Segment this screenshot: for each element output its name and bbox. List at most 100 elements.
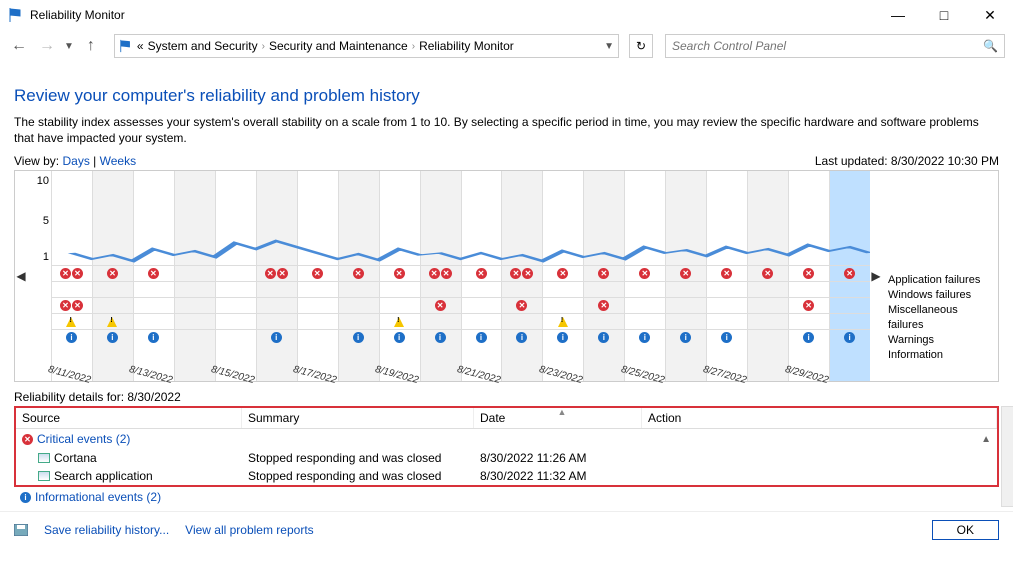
error-icon: ✕ bbox=[762, 268, 773, 279]
warning-icon bbox=[107, 317, 117, 327]
info-icon: i bbox=[353, 332, 364, 343]
date-label: 8/15/2022 bbox=[210, 338, 263, 386]
scroll-left-button[interactable]: ◀ bbox=[15, 171, 27, 381]
error-icon: ✕ bbox=[429, 268, 440, 279]
info-icon: i bbox=[271, 332, 282, 343]
view-days-link[interactable]: Days bbox=[62, 154, 89, 168]
recent-dropdown[interactable]: ▼ bbox=[64, 41, 74, 52]
y-axis: 10 5 1 bbox=[27, 171, 51, 381]
date-label: 8/19/2022 bbox=[374, 338, 427, 386]
app-icon bbox=[38, 471, 50, 481]
error-icon: ✕ bbox=[598, 268, 609, 279]
minimize-button[interactable]: — bbox=[875, 0, 921, 30]
col-source[interactable]: Source bbox=[16, 408, 242, 428]
refresh-button[interactable]: ↻ bbox=[629, 34, 653, 58]
view-weeks-link[interactable]: Weeks bbox=[100, 154, 136, 168]
reliability-chart: ◀ 10 5 1 ✕✕✕✕✕✕✕✕✕✕✕✕✕✕✕✕✕✕✕✕✕✕✕✕✕✕✕✕iii… bbox=[14, 170, 999, 382]
footer: Save reliability history... View all pro… bbox=[0, 511, 1013, 548]
page-title: Review your computer's reliability and p… bbox=[14, 86, 999, 106]
close-button[interactable]: ✕ bbox=[967, 0, 1013, 30]
back-button[interactable]: ← bbox=[8, 35, 30, 57]
warning-icon bbox=[558, 317, 568, 327]
breadcrumb-seg[interactable]: Security and Maintenance bbox=[269, 39, 408, 53]
error-icon: ✕ bbox=[844, 268, 855, 279]
error-icon: ✕ bbox=[60, 300, 71, 311]
error-icon: ✕ bbox=[72, 268, 83, 279]
error-icon: ✕ bbox=[277, 268, 288, 279]
error-icon: ✕ bbox=[107, 268, 118, 279]
error-icon: ✕ bbox=[680, 268, 691, 279]
error-icon: ✕ bbox=[510, 268, 521, 279]
breadcrumb-seg[interactable]: Reliability Monitor bbox=[419, 39, 514, 53]
error-icon: ✕ bbox=[522, 268, 533, 279]
table-row[interactable]: Search applicationStopped responding and… bbox=[16, 467, 997, 485]
col-date[interactable]: Date▲ bbox=[474, 408, 642, 428]
error-icon: ✕ bbox=[394, 268, 405, 279]
error-icon: ✕ bbox=[22, 434, 33, 445]
error-icon: ✕ bbox=[265, 268, 276, 279]
warning-icon bbox=[66, 317, 76, 327]
flag-icon bbox=[8, 7, 24, 23]
error-icon: ✕ bbox=[557, 268, 568, 279]
date-label: 8/29/2022 bbox=[784, 338, 837, 386]
error-icon: ✕ bbox=[441, 268, 452, 279]
date-label: 8/13/2022 bbox=[128, 338, 181, 386]
error-icon: ✕ bbox=[312, 268, 323, 279]
error-icon: ✕ bbox=[803, 268, 814, 279]
error-icon: ✕ bbox=[148, 268, 159, 279]
col-summary[interactable]: Summary bbox=[242, 408, 474, 428]
up-button[interactable]: ↑ bbox=[80, 35, 102, 57]
ok-button[interactable]: OK bbox=[932, 520, 999, 540]
search-icon[interactable]: 🔍 bbox=[983, 39, 998, 53]
save-history-link[interactable]: Save reliability history... bbox=[44, 523, 169, 537]
date-label: 8/21/2022 bbox=[456, 338, 509, 386]
scroll-right-button[interactable]: ▶ bbox=[870, 171, 882, 381]
info-icon: i bbox=[107, 332, 118, 343]
forward-button[interactable]: → bbox=[36, 35, 58, 57]
details-header: Reliability details for: 8/30/2022 bbox=[14, 390, 999, 404]
page-description: The stability index assesses your system… bbox=[14, 114, 999, 146]
date-label: 8/27/2022 bbox=[702, 338, 755, 386]
title-bar: Reliability Monitor — □ ✕ bbox=[0, 0, 1013, 30]
group-critical[interactable]: ✕ Critical events (2) ▲ bbox=[16, 429, 997, 449]
address-dropdown[interactable]: ▼ bbox=[604, 41, 614, 52]
scrollbar[interactable] bbox=[1001, 406, 1013, 507]
nav-bar: ← → ▼ ↑ « System and Security › Security… bbox=[0, 30, 1013, 62]
save-icon bbox=[14, 524, 28, 536]
flag-icon bbox=[119, 39, 133, 53]
search-box[interactable]: 🔍 bbox=[665, 34, 1005, 58]
error-icon: ✕ bbox=[72, 300, 83, 311]
stability-line bbox=[51, 171, 870, 263]
view-all-reports-link[interactable]: View all problem reports bbox=[185, 523, 314, 537]
window-title: Reliability Monitor bbox=[30, 8, 875, 22]
breadcrumb-seg[interactable]: System and Security bbox=[148, 39, 258, 53]
sort-indicator-icon: ▲ bbox=[558, 407, 567, 417]
date-label: 8/11/2022 bbox=[47, 338, 99, 386]
collapse-icon[interactable]: ▲ bbox=[981, 434, 991, 445]
info-icon: i bbox=[435, 332, 446, 343]
error-icon: ✕ bbox=[476, 268, 487, 279]
error-icon: ✕ bbox=[639, 268, 650, 279]
window-buttons: — □ ✕ bbox=[875, 0, 1013, 30]
address-bar[interactable]: « System and Security › Security and Mai… bbox=[114, 34, 619, 58]
view-by-label: View by: bbox=[14, 154, 59, 168]
details-table: Source Summary Date▲ Action ✕ Critical e… bbox=[14, 406, 999, 487]
warning-icon bbox=[394, 317, 404, 327]
info-icon: i bbox=[844, 332, 855, 343]
error-icon: ✕ bbox=[721, 268, 732, 279]
search-input[interactable] bbox=[672, 39, 983, 53]
error-icon: ✕ bbox=[803, 300, 814, 311]
info-icon: i bbox=[516, 332, 527, 343]
maximize-button[interactable]: □ bbox=[921, 0, 967, 30]
date-label: 8/17/2022 bbox=[292, 338, 345, 386]
error-icon: ✕ bbox=[60, 268, 71, 279]
col-action[interactable]: Action bbox=[642, 408, 997, 428]
table-header: Source Summary Date▲ Action bbox=[16, 408, 997, 429]
error-icon: ✕ bbox=[353, 268, 364, 279]
chart-legend: Application failures Windows failures Mi… bbox=[882, 171, 998, 381]
date-label: 8/25/2022 bbox=[620, 338, 673, 386]
table-row[interactable]: CortanaStopped responding and was closed… bbox=[16, 449, 997, 467]
info-icon: i bbox=[20, 492, 31, 503]
group-informational[interactable]: i Informational events (2) bbox=[14, 487, 999, 507]
date-label: 8/23/2022 bbox=[538, 338, 591, 386]
